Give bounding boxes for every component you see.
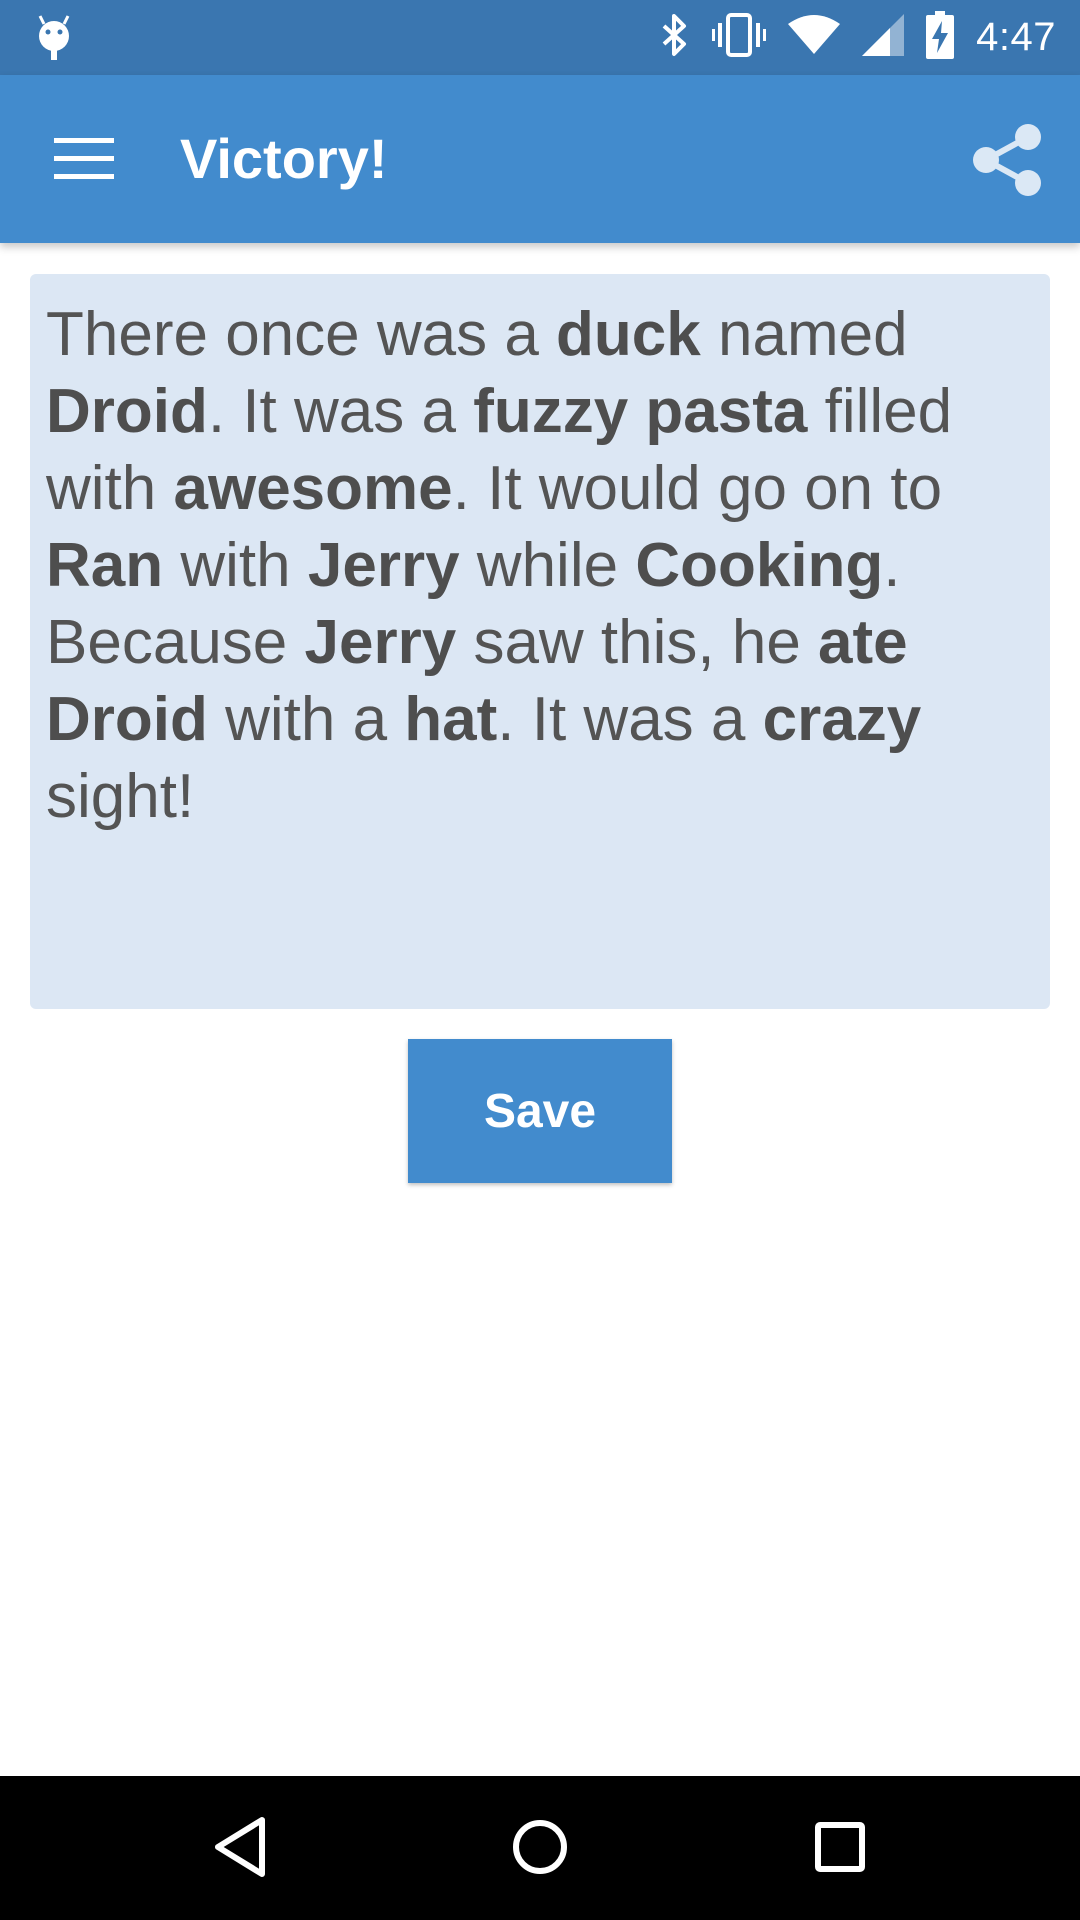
android-debug-icon [36, 15, 72, 64]
story-filled-word: fuzzy pasta [473, 377, 808, 446]
story-filled-word: ate [818, 608, 908, 677]
clock: 4:47 [976, 15, 1056, 59]
bluetooth-icon [660, 12, 690, 63]
signal-icon [862, 14, 905, 61]
story-text-box: There once was a duck named Droid. It wa… [30, 274, 1050, 1009]
story-text: while [459, 531, 636, 600]
story-text: named [700, 300, 908, 369]
story-text: sight! [46, 762, 195, 831]
story-filled-word: hat [404, 685, 498, 754]
story-filled-word: crazy [762, 685, 922, 754]
page-title: Victory! [180, 127, 388, 190]
recents-square-icon[interactable] [805, 1812, 875, 1887]
story-filled-word: awesome [173, 454, 453, 523]
story-filled-word: duck [556, 300, 701, 369]
story-text: with a [207, 685, 405, 754]
status-bar: 4:47 [0, 0, 1080, 75]
story-filled-word: Jerry [304, 608, 457, 677]
story-text: . It would go on to [452, 454, 943, 523]
share-icon[interactable] [972, 123, 1042, 202]
vibrate-icon [712, 13, 767, 62]
story-filled-word: Jerry [307, 531, 460, 600]
save-button[interactable]: Save [408, 1039, 672, 1183]
story-text: . It was a [497, 685, 763, 754]
story-text: with [163, 531, 308, 600]
story-filled-word: Droid [46, 377, 208, 446]
story-text: There once was a [46, 300, 557, 369]
story-filled-word: Ran [46, 531, 164, 600]
home-circle-icon[interactable] [505, 1812, 575, 1887]
story-text: . It was a [207, 377, 474, 446]
navigation-bar [0, 1776, 1080, 1920]
story-text: saw this, he [456, 608, 819, 677]
battery-charging-icon [926, 11, 955, 64]
story-filled-word: Cooking [635, 531, 884, 600]
back-triangle-icon[interactable] [210, 1812, 270, 1887]
hamburger-menu-icon[interactable] [54, 138, 114, 180]
app-bar: Victory! [0, 75, 1080, 243]
story-filled-word: Droid [46, 685, 208, 754]
wifi-icon [788, 14, 841, 61]
